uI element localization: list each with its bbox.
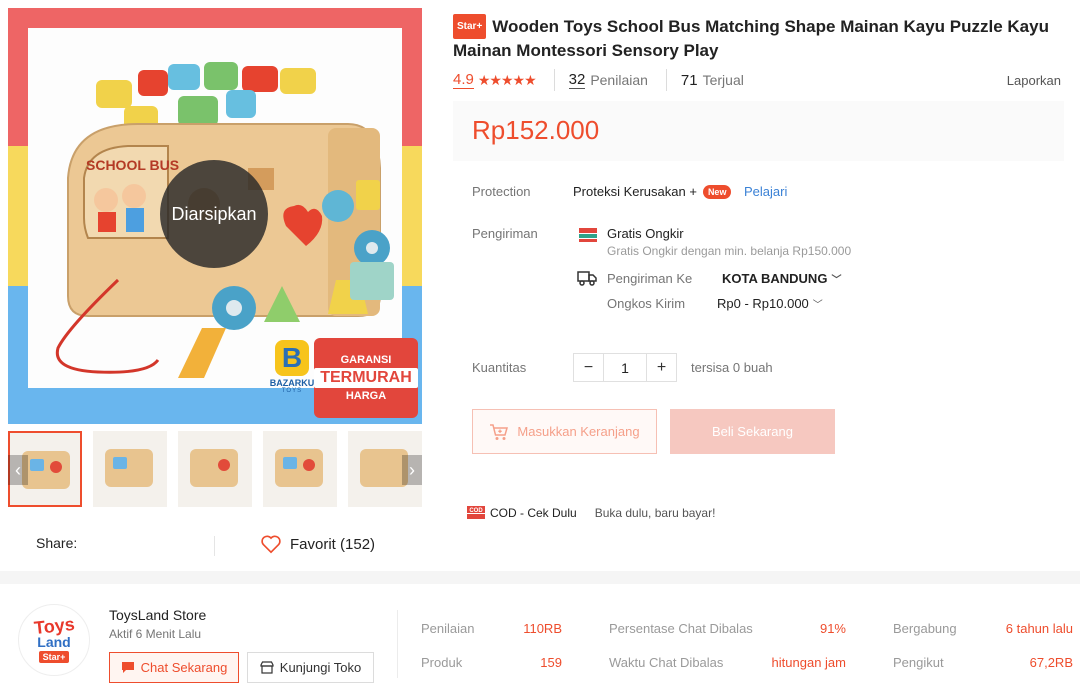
store-logo-line-1: Toys <box>32 613 76 639</box>
brand-logo-name: BAZARKU <box>269 378 315 388</box>
add-to-cart-button[interactable]: Masukkan Keranjang <box>472 409 657 454</box>
product-price: Rp152.000 <box>472 115 600 145</box>
free-shipping-title: Gratis Ongkir <box>607 226 684 241</box>
learn-more-link[interactable]: Pelajari <box>744 184 787 199</box>
share-label: Share: <box>36 535 78 551</box>
thumbnail-3[interactable] <box>178 431 252 507</box>
shipping-cost-dropdown[interactable]: Rp0 - Rp10.000 ﹀ <box>717 296 823 311</box>
store-avatar[interactable]: Toys Land Star+ <box>18 604 90 676</box>
store-active-status: Aktif 6 Menit Lalu <box>109 627 202 641</box>
brand-logo-sub: TOYS <box>281 388 303 394</box>
brand-logo: B BAZARKU TOYS <box>266 340 318 400</box>
review-count[interactable]: 32 <box>568 71 586 89</box>
cart-icon <box>490 423 509 440</box>
rating-stars-icon: ★★★★★ <box>477 71 537 88</box>
store-stat-label: Produk <box>421 655 463 670</box>
store-stat-value: 6 tahun lalu <box>1005 621 1073 636</box>
report-link[interactable]: Laporkan <box>1007 73 1061 88</box>
svg-text:SCHOOL BUS: SCHOOL BUS <box>86 157 179 173</box>
rating-value[interactable]: 4.9 <box>453 71 474 89</box>
product-title: Star+ Wooden Toys School Bus Matching Sha… <box>453 14 1067 62</box>
guarantee-line-3: HARGA <box>345 390 387 402</box>
store-stat-label: Waktu Chat Dibalas <box>609 655 724 670</box>
sold-label: Terjual <box>702 72 744 88</box>
store-stat-value: 67,2RB <box>1029 655 1073 670</box>
product-main-image[interactable]: SCHOOL BUS B BAZARKU TOYS GARANSI TERMUR… <box>8 8 422 424</box>
product-title-text: Wooden Toys School Bus Matching Shape Ma… <box>453 17 1049 60</box>
shipping-label: Pengiriman <box>472 226 538 241</box>
quantity-increase-button[interactable]: + <box>647 354 676 381</box>
cod-icon: COD <box>467 506 485 519</box>
sold-count: 71 <box>680 71 698 89</box>
ship-to-dropdown[interactable]: KOTA BANDUNG ﹀ <box>722 271 841 286</box>
store-divider <box>397 610 398 678</box>
section-divider <box>0 571 1080 584</box>
thumbnail-prev-arrow[interactable]: ‹ <box>8 455 28 485</box>
share-divider <box>214 536 215 556</box>
quantity-stepper: − 1 + <box>573 353 677 382</box>
thumbnail-next-arrow[interactable]: › <box>402 455 422 485</box>
archived-overlay: Diarsipkan <box>160 160 268 268</box>
chat-icon <box>121 662 134 673</box>
star-plus-badge: Star+ <box>453 14 487 39</box>
thumbnail-strip: ‹ › <box>8 431 422 507</box>
store-name: ToysLand Store <box>109 607 207 623</box>
store-icon <box>260 661 274 674</box>
store-stat-label: Penilaian <box>421 621 475 636</box>
thumbnail-4[interactable] <box>263 431 337 507</box>
new-badge: New <box>702 184 732 199</box>
visit-store-label: Kunjungi Toko <box>279 660 362 675</box>
guarantee-line-2: TERMURAH <box>314 368 418 388</box>
rating-divider <box>553 69 555 91</box>
store-stat-label: Persentase Chat Dibalas <box>609 621 753 636</box>
chat-now-label: Chat Sekarang <box>140 660 228 675</box>
quantity-label: Kuantitas <box>472 360 527 375</box>
store-stat-value: 91% <box>819 621 846 636</box>
store-star-badge: Star+ <box>38 651 70 663</box>
chevron-down-icon: ﹀ <box>812 300 823 311</box>
heart-icon <box>261 535 281 554</box>
price-box: Rp152.000 <box>453 101 1064 161</box>
buy-now-button[interactable]: Beli Sekarang <box>670 409 835 454</box>
ship-to-label: Pengiriman Ke <box>607 271 693 286</box>
guarantee-badge: GARANSI TERMURAH HARGA <box>314 338 418 418</box>
shipping-cost-value: Rp0 - Rp10.000 <box>717 296 809 311</box>
favorite-label: Favorit (152) <box>290 535 376 553</box>
protection-text: Proteksi Kerusakan + <box>573 184 697 199</box>
cod-title: COD - Cek Dulu <box>490 506 577 520</box>
add-to-cart-label: Masukkan Keranjang <box>517 424 640 439</box>
stock-text: tersisa 0 buah <box>691 360 773 375</box>
shipping-cost-label: Ongkos Kirim <box>607 296 686 311</box>
store-stat-label: Bergabung <box>893 621 957 636</box>
ship-to-value: KOTA BANDUNG <box>722 271 828 286</box>
sold-divider <box>665 69 667 91</box>
truck-icon <box>577 271 597 286</box>
store-stat-value: 110RB <box>523 621 562 636</box>
quantity-input[interactable]: 1 <box>603 354 647 381</box>
cod-row: COD COD - Cek Dulu Buka dulu, baru bayar… <box>467 506 715 520</box>
thumbnail-2[interactable] <box>93 431 167 507</box>
chat-now-button[interactable]: Chat Sekarang <box>109 652 239 683</box>
svg-text:COD: COD <box>469 508 483 514</box>
protection-option[interactable]: Proteksi Kerusakan + New <box>573 184 732 199</box>
store-stat-value: 159 <box>540 655 562 670</box>
quantity-decrease-button[interactable]: − <box>574 354 603 381</box>
rating-row: 4.9 ★★★★★ 32 Penilaian 71 Terjual Lapork… <box>453 69 1061 91</box>
free-shipping-subtitle: Gratis Ongkir dengan min. belanja Rp150.… <box>607 244 852 258</box>
favorite-button[interactable]: Favorit (152) <box>260 534 375 554</box>
free-shipping-icon <box>579 228 597 242</box>
brand-logo-letter: B <box>275 340 309 376</box>
protection-label: Protection <box>472 184 531 199</box>
guarantee-line-1: GARANSI <box>340 354 392 366</box>
review-label: Penilaian <box>590 72 648 88</box>
visit-store-button[interactable]: Kunjungi Toko <box>247 652 374 683</box>
store-stat-value: hitungan jam <box>771 655 846 670</box>
store-stat-label: Pengikut <box>893 655 944 670</box>
cod-subtitle: Buka dulu, baru bayar! <box>594 506 716 520</box>
chevron-down-icon: ﹀ <box>831 275 842 286</box>
